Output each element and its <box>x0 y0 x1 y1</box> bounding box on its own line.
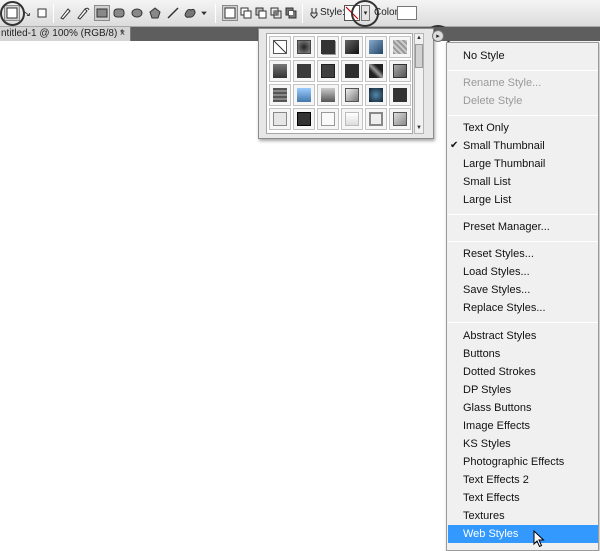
intersect-shape-areas-icon[interactable] <box>268 5 284 21</box>
style-thumbnail[interactable] <box>341 60 363 82</box>
custom-shape-icon[interactable] <box>182 5 198 21</box>
scroll-thumb[interactable] <box>415 44 423 68</box>
menu-item-library[interactable]: Textures <box>448 507 598 525</box>
style-thumbnail[interactable] <box>389 84 411 106</box>
menu-item-library[interactable]: Dotted Strokes <box>448 363 598 381</box>
freeform-pen-icon[interactable] <box>75 5 91 21</box>
menu-item-library[interactable]: Photographic Effects <box>448 453 598 471</box>
menu-item-load-styles[interactable]: Load Styles... <box>448 263 598 281</box>
style-thumbnail[interactable] <box>365 36 387 58</box>
style-thumbnail-no-style[interactable] <box>269 36 291 58</box>
menu-separator <box>448 241 598 242</box>
menu-item-rename-style: Rename Style... <box>463 77 542 89</box>
menu-separator <box>448 115 598 116</box>
separator <box>302 4 303 23</box>
style-thumbnail[interactable] <box>317 60 339 82</box>
style-thumbnail[interactable] <box>293 60 315 82</box>
menu-separator <box>448 322 598 323</box>
add-to-shape-area-icon[interactable] <box>238 5 254 21</box>
checkmark-icon: ✔ <box>450 140 459 151</box>
rectangle-tool-icon[interactable] <box>94 5 110 21</box>
style-label: Style: <box>320 7 346 18</box>
style-thumbnail[interactable] <box>389 108 411 130</box>
style-picker-swatch[interactable] <box>344 5 360 21</box>
close-icon[interactable]: × <box>118 29 127 38</box>
scroll-down-icon[interactable]: ▼ <box>415 124 423 133</box>
style-thumbnail-grid <box>266 33 413 134</box>
pen-tool-icon[interactable] <box>58 5 74 21</box>
style-thumbnail[interactable] <box>317 36 339 58</box>
menu-separator <box>448 70 598 71</box>
menu-item-reset-styles[interactable]: Reset Styles... <box>448 245 598 263</box>
no-style-icon <box>345 6 359 20</box>
menu-item-library[interactable]: KS Styles <box>448 435 598 453</box>
menu-item-no-style[interactable]: No Style <box>448 47 598 65</box>
options-bar: Style: ▾ Color: <box>0 0 600 27</box>
menu-item-library[interactable]: Text Effects 2 <box>448 471 598 489</box>
style-thumbnail[interactable] <box>365 108 387 130</box>
style-picker-panel: ▲ ▼ <box>258 28 434 139</box>
menu-separator <box>448 214 598 215</box>
menu-item-library[interactable]: Abstract Styles <box>448 327 598 345</box>
menu-item-library-highlighted[interactable]: Web Styles <box>448 525 598 543</box>
menu-item-library[interactable]: Image Effects <box>448 417 598 435</box>
tool-preset-picker-icon[interactable] <box>4 5 20 21</box>
menu-item-replace-styles[interactable]: Replace Styles... <box>448 299 598 317</box>
menu-item-text-only[interactable]: Text Only <box>448 119 598 137</box>
style-thumbnail[interactable] <box>293 84 315 106</box>
style-thumbnail[interactable] <box>269 60 291 82</box>
style-thumbnail[interactable] <box>365 84 387 106</box>
shape-layers-icon[interactable] <box>34 5 50 21</box>
menu-item-library[interactable]: Text Effects <box>448 489 598 507</box>
picker-scrollbar[interactable]: ▲ ▼ <box>414 33 424 134</box>
polygon-tool-icon[interactable] <box>147 5 163 21</box>
menu-item-large-thumbnail[interactable]: Large Thumbnail <box>448 155 598 173</box>
menu-item-preset-manager[interactable]: Preset Manager... <box>448 218 598 236</box>
style-thumbnail[interactable] <box>317 108 339 130</box>
menu-item-label: Small Thumbnail <box>463 140 545 152</box>
document-tab[interactable]: ntitled-1 @ 100% (RGB/8) * × <box>0 27 131 41</box>
style-thumbnail[interactable] <box>293 36 315 58</box>
style-thumbnail[interactable] <box>317 84 339 106</box>
style-thumbnail[interactable] <box>341 36 363 58</box>
exclude-overlapping-icon[interactable] <box>283 5 299 21</box>
menu-item-library[interactable]: Buttons <box>448 345 598 363</box>
ellipse-tool-icon[interactable] <box>129 5 145 21</box>
panel-menu-flyout-icon[interactable]: ▸ <box>432 30 444 42</box>
chevron-down-icon[interactable] <box>199 5 209 21</box>
rounded-rectangle-icon[interactable] <box>111 5 127 21</box>
menu-item-library[interactable]: Glass Buttons <box>448 399 598 417</box>
separator <box>215 4 216 23</box>
document-tab-title: ntitled-1 @ 100% (RGB/8) * <box>1 28 124 39</box>
color-swatch[interactable] <box>397 6 417 20</box>
subtract-from-shape-area-icon[interactable] <box>253 5 269 21</box>
style-thumbnail[interactable] <box>293 108 315 130</box>
tool-preset-arrow-icon[interactable] <box>20 5 32 21</box>
mouse-pointer-icon <box>533 530 545 548</box>
style-panel-menu: No Style Rename Style... Delete Style Te… <box>446 42 599 551</box>
menu-item-save-styles[interactable]: Save Styles... <box>448 281 598 299</box>
menu-item-large-list[interactable]: Large List <box>448 191 598 209</box>
style-thumbnail[interactable] <box>341 84 363 106</box>
style-picker-dropdown-icon[interactable]: ▾ <box>361 5 370 21</box>
menu-item-small-thumbnail[interactable]: ✔ Small Thumbnail <box>448 137 598 155</box>
menu-item-delete-style: Delete Style <box>463 95 523 107</box>
scroll-up-icon[interactable]: ▲ <box>415 34 423 43</box>
style-thumbnail[interactable] <box>269 108 291 130</box>
style-thumbnail[interactable] <box>269 84 291 106</box>
menu-item-small-list[interactable]: Small List <box>448 173 598 191</box>
style-thumbnail[interactable] <box>341 108 363 130</box>
separator <box>53 4 54 23</box>
style-thumbnail[interactable] <box>365 60 387 82</box>
menu-item-library[interactable]: DP Styles <box>448 381 598 399</box>
style-thumbnail[interactable] <box>389 60 411 82</box>
new-shape-layer-icon[interactable] <box>222 5 238 21</box>
style-thumbnail[interactable] <box>389 36 411 58</box>
line-tool-icon[interactable] <box>165 5 181 21</box>
